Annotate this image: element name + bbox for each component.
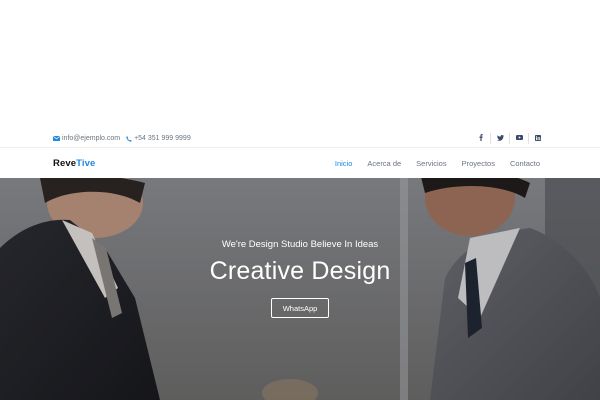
facebook-link[interactable] — [471, 133, 490, 144]
menu-item-inicio[interactable]: Inicio — [335, 159, 353, 168]
menu-item-contacto[interactable]: Contacto — [510, 159, 540, 168]
whatsapp-button[interactable]: WhatsApp — [271, 298, 329, 318]
main-menu: Inicio Acerca de Servicios Proyectos Con… — [335, 159, 540, 168]
twitter-icon — [496, 134, 504, 143]
email-text: info@ejemplo.com — [62, 135, 121, 142]
linkedin-link[interactable] — [528, 133, 547, 144]
brand-name-part2: Tive — [76, 157, 96, 169]
brand-logo[interactable]: ReveTive — [53, 158, 95, 169]
top-blank-area — [0, 0, 600, 130]
menu-item-servicios[interactable]: Servicios — [416, 159, 446, 168]
topbar: info@ejemplo.com +54 351 999 9999 — [0, 130, 600, 147]
youtube-link[interactable] — [509, 133, 528, 144]
linkedin-icon — [535, 134, 541, 143]
twitter-link[interactable] — [490, 133, 509, 144]
email-link[interactable]: info@ejemplo.com — [53, 135, 120, 142]
phone-link[interactable]: +54 351 999 9999 — [126, 135, 191, 142]
menu-item-proyectos[interactable]: Proyectos — [462, 159, 495, 168]
phone-icon — [126, 135, 132, 142]
hero-content: We're Design Studio Believe In Ideas Cre… — [0, 178, 600, 400]
hero-section: We're Design Studio Believe In Ideas Cre… — [0, 178, 600, 400]
envelope-icon — [53, 136, 60, 141]
menu-item-acerca-de[interactable]: Acerca de — [367, 159, 401, 168]
phone-text: +54 351 999 9999 — [134, 135, 191, 142]
facebook-icon — [478, 134, 483, 143]
social-links — [471, 133, 547, 144]
contact-info: info@ejemplo.com +54 351 999 9999 — [53, 135, 191, 142]
brand-name-part1: Reve — [53, 157, 77, 169]
navbar: ReveTive Inicio Acerca de Servicios Proy… — [0, 147, 600, 178]
hero-title: Creative Design — [209, 257, 391, 285]
hero-subtitle: We're Design Studio Believe In Ideas — [221, 239, 379, 250]
youtube-icon — [515, 135, 523, 142]
